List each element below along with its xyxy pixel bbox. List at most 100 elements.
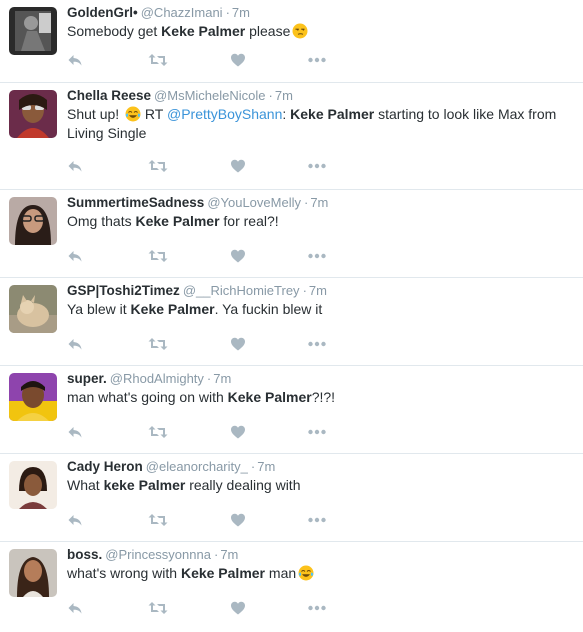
- heart-icon[interactable]: [230, 248, 246, 266]
- timestamp[interactable]: 7m: [213, 371, 231, 386]
- tweet-header: boss. @Princessyonnna · 7m: [67, 546, 238, 564]
- tweet[interactable]: Cady Heron @eleanorcharity_ · 7m What keke …: [0, 454, 583, 542]
- separator: ·: [225, 5, 230, 20]
- retweet-icon[interactable]: [148, 248, 168, 266]
- more-icon[interactable]: [307, 336, 327, 354]
- retweet-icon[interactable]: [148, 52, 168, 70]
- avatar[interactable]: [9, 7, 57, 55]
- avatar[interactable]: [9, 197, 57, 245]
- timestamp[interactable]: 7m: [220, 547, 238, 562]
- tweet[interactable]: SummertimeSadness @YouLoveMelly · 7m Omg th…: [0, 190, 583, 278]
- reply-icon[interactable]: [67, 158, 83, 176]
- display-name[interactable]: GSP|Toshi2Timez: [67, 283, 180, 298]
- tweet-text: Shut up! RT @PrettyBoyShann: Keke Palmer…: [67, 105, 575, 143]
- reply-icon[interactable]: [67, 512, 83, 530]
- tweet-actions: [67, 158, 367, 176]
- tweet-actions: [67, 424, 367, 442]
- display-name[interactable]: Chella Reese: [67, 88, 151, 103]
- more-icon[interactable]: [307, 512, 327, 530]
- user-handle[interactable]: @__RichHomieTrey: [183, 283, 300, 298]
- user-handle[interactable]: @ChazzImani: [141, 5, 223, 20]
- text-segment: for real?!: [219, 213, 279, 229]
- tweet[interactable]: super. @RhodAlmighty · 7m man what's going …: [0, 366, 583, 454]
- text-segment: man: [265, 565, 297, 581]
- timestamp[interactable]: 7m: [310, 195, 328, 210]
- heart-icon[interactable]: [230, 158, 246, 176]
- timestamp[interactable]: 7m: [232, 5, 250, 20]
- more-icon[interactable]: [307, 600, 327, 618]
- separator: ·: [303, 195, 309, 210]
- user-handle[interactable]: @eleanorcharity_: [146, 459, 248, 474]
- text-segment: What: [67, 477, 104, 493]
- display-name[interactable]: SummertimeSadness: [67, 195, 204, 210]
- reply-icon[interactable]: [67, 336, 83, 354]
- tweet-actions: [67, 52, 367, 70]
- tweet-header: GSP|Toshi2Timez @__RichHomieTrey · 7m: [67, 282, 327, 300]
- reply-icon[interactable]: [67, 248, 83, 266]
- tweet-actions: [67, 336, 367, 354]
- tweet[interactable]: boss. @Princessyonnna · 7m what's wrong wit…: [0, 542, 583, 632]
- retweet-icon[interactable]: [148, 600, 168, 618]
- search-highlight: Keke Palmer: [227, 389, 312, 405]
- tweet[interactable]: GSP|Toshi2Timez @__RichHomieTrey · 7m Ya bl…: [0, 278, 583, 366]
- display-name[interactable]: Cady Heron: [67, 459, 143, 474]
- heart-icon[interactable]: [230, 336, 246, 354]
- more-icon[interactable]: [307, 248, 327, 266]
- heart-icon[interactable]: [230, 512, 246, 530]
- tweet-header: SummertimeSadness @YouLoveMelly · 7m: [67, 194, 328, 212]
- tears-of-joy-icon: [125, 106, 141, 122]
- tweet-actions: [67, 600, 367, 618]
- retweet-icon[interactable]: [148, 158, 168, 176]
- search-highlight: Keke Palmer: [135, 213, 220, 229]
- avatar[interactable]: [9, 90, 57, 138]
- tweet-header: Cady Heron @eleanorcharity_ · 7m: [67, 458, 275, 476]
- search-highlight: Keke Palmer: [161, 23, 246, 39]
- search-highlight: Keke Palmer: [130, 301, 215, 317]
- more-icon[interactable]: [307, 158, 327, 176]
- timestamp[interactable]: 7m: [309, 283, 327, 298]
- avatar[interactable]: [9, 461, 57, 509]
- tweet-header: GoldenGrl• @ChazzImani · 7m: [67, 4, 250, 22]
- more-icon[interactable]: [307, 424, 327, 442]
- more-icon[interactable]: [307, 52, 327, 70]
- heart-icon[interactable]: [230, 424, 246, 442]
- heart-icon[interactable]: [230, 52, 246, 70]
- text-segment: ?!?!: [311, 389, 336, 405]
- reply-icon[interactable]: [67, 52, 83, 70]
- tweet-text: Ya blew it Keke Palmer. Ya fuckin blew i…: [67, 300, 575, 319]
- avatar[interactable]: [9, 549, 57, 597]
- reply-icon[interactable]: [67, 600, 83, 618]
- mention-link[interactable]: @PrettyBoyShann: [167, 106, 282, 122]
- text-segment: Ya blew it: [67, 301, 131, 317]
- reply-icon[interactable]: [67, 424, 83, 442]
- text-segment: . Ya fuckin blew it: [214, 301, 323, 317]
- tweet-header: super. @RhodAlmighty · 7m: [67, 370, 231, 388]
- separator: ·: [268, 88, 273, 103]
- tweet-text: man what's going on with Keke Palmer?!?!: [67, 388, 575, 407]
- display-name[interactable]: super.: [67, 371, 107, 386]
- text-segment: what's wrong with: [67, 565, 181, 581]
- avatar[interactable]: [9, 285, 57, 333]
- user-handle[interactable]: @YouLoveMelly: [207, 195, 301, 210]
- retweet-icon[interactable]: [148, 424, 168, 442]
- text-segment: Omg thats: [67, 213, 136, 229]
- retweet-icon[interactable]: [148, 512, 168, 530]
- text-segment: Shut up!: [67, 106, 124, 122]
- separator: ·: [213, 547, 219, 562]
- avatar[interactable]: [9, 373, 57, 421]
- user-handle[interactable]: @RhodAlmighty: [110, 371, 204, 386]
- heart-icon[interactable]: [230, 600, 246, 618]
- search-highlight: Keke Palmer: [180, 565, 266, 581]
- display-name[interactable]: GoldenGrl•: [67, 5, 138, 20]
- timestamp[interactable]: 7m: [275, 88, 293, 103]
- tweet[interactable]: Chella Reese @MsMicheleNicole · 7m Shut up!…: [0, 83, 583, 190]
- separator: ·: [206, 371, 212, 386]
- retweet-icon[interactable]: [148, 336, 168, 354]
- separator: ·: [250, 459, 256, 474]
- tweet[interactable]: GoldenGrl• @ChazzImani · 7m Somebody get Ke…: [0, 0, 583, 83]
- user-handle[interactable]: @Princessyonnna: [105, 547, 211, 562]
- user-handle[interactable]: @MsMicheleNicole: [154, 88, 265, 103]
- timestamp[interactable]: 7m: [257, 459, 275, 474]
- text-segment: RT: [141, 106, 167, 122]
- display-name[interactable]: boss.: [67, 547, 102, 562]
